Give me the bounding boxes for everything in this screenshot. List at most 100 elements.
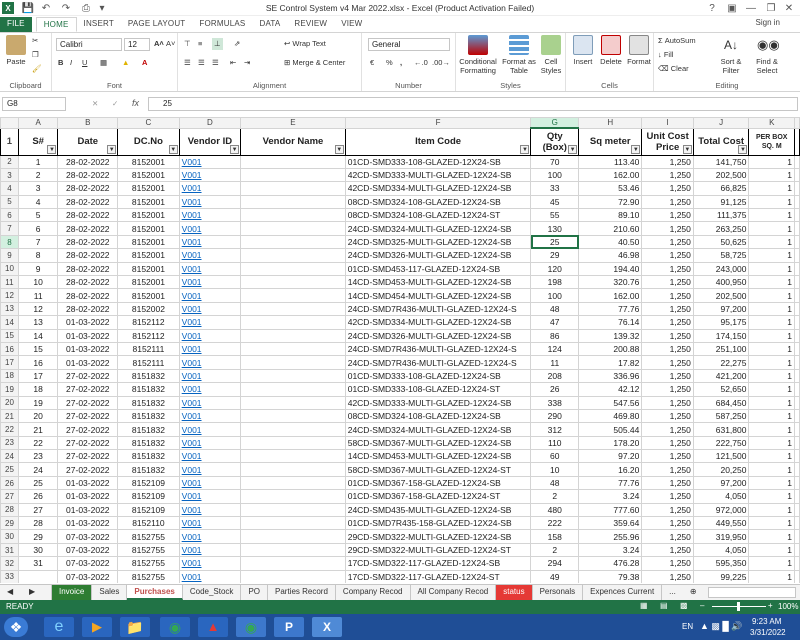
row-header[interactable]: 4	[0, 181, 19, 196]
table-cell[interactable]: 505.44	[578, 422, 643, 437]
table-cell[interactable]: 27-02-2022	[57, 408, 119, 424]
vendor-id-link[interactable]: V001	[182, 384, 202, 394]
empty-cell[interactable]	[794, 301, 800, 317]
row-header[interactable]: 32	[0, 556, 19, 571]
table-cell[interactable]: 29CD-SMD322-MULTI-GLAZED-12X24-SB	[344, 529, 532, 544]
table-cell[interactable]: 16.20	[578, 462, 643, 477]
table-cell[interactable]: 01-03-2022	[57, 355, 119, 370]
table-cell[interactable]: 222,750	[692, 435, 750, 451]
vendor-id-link[interactable]: V001	[182, 291, 202, 301]
table-cell[interactable]: 28-02-2022	[57, 154, 119, 169]
sheet-tab-po[interactable]: PO	[241, 585, 268, 600]
close-icon[interactable]: ✕	[782, 2, 796, 14]
table-cell[interactable]: 08CD-SMD324-108-GLAZED-12X24-SB	[344, 408, 532, 424]
table-cell[interactable]: 8152002	[117, 301, 180, 317]
table-cell[interactable]: 97.20	[578, 449, 643, 464]
row-header[interactable]: 26	[0, 475, 19, 491]
table-cell[interactable]: 28-02-2022	[57, 275, 119, 290]
windows-start-icon[interactable]: ❖	[4, 617, 28, 637]
table-cell[interactable]: 55	[530, 208, 580, 223]
table-cell[interactable]: 15	[17, 341, 59, 357]
table-cell[interactable]	[17, 569, 59, 583]
sign-in-link[interactable]: Sign in	[756, 18, 780, 27]
table-cell[interactable]: 12	[17, 301, 59, 317]
table-cell[interactable]: 2	[17, 167, 59, 183]
file-explorer-icon[interactable]: 📁	[120, 617, 150, 637]
table-cell[interactable]: 28-02-2022	[57, 301, 119, 317]
vendor-id-cell[interactable]: V001	[178, 569, 242, 583]
vendor-id-link[interactable]: V001	[182, 304, 202, 314]
comma-style-button[interactable]: ,	[400, 57, 402, 69]
table-cell[interactable]: 1,250	[641, 328, 694, 343]
table-cell[interactable]: 1,250	[641, 194, 694, 210]
table-cell[interactable]: 27	[17, 502, 59, 518]
wrap-text-button[interactable]: ↩ Wrap Text	[284, 38, 326, 50]
table-cell[interactable]: 1,250	[641, 154, 694, 169]
vendor-id-cell[interactable]: V001	[178, 221, 242, 236]
table-cell[interactable]: 8152001	[117, 154, 180, 169]
filter-dropdown-icon[interactable]: ▼	[107, 144, 117, 154]
table-cell[interactable]: 1	[748, 462, 795, 477]
table-cell[interactable]	[240, 449, 346, 464]
table-cell[interactable]: 1	[748, 449, 795, 464]
table-cell[interactable]: 8152112	[117, 328, 180, 343]
table-cell[interactable]: 42CD-SMD333-MULTI-GLAZED-12X24-SB	[344, 167, 532, 183]
table-cell[interactable]: 8152109	[117, 475, 180, 491]
zoom-level[interactable]: 100%	[778, 602, 798, 611]
table-cell[interactable]: 24CD-SMD324-MULTI-GLAZED-12X24-SB	[344, 221, 532, 236]
table-cell[interactable]: 1	[748, 368, 795, 384]
table-cell[interactable]: 1,250	[641, 489, 694, 504]
table-cell[interactable]	[240, 341, 346, 357]
table-cell[interactable]: 27-02-2022	[57, 422, 119, 437]
row-header[interactable]: 24	[0, 449, 19, 464]
table-cell[interactable]: 158	[530, 529, 580, 544]
header-cell[interactable]: Qty (Box) ▼	[530, 127, 580, 156]
table-cell[interactable]: 28-02-2022	[57, 234, 119, 250]
table-cell[interactable]: 100	[530, 288, 580, 303]
format-as-table-button[interactable]: Format as Table	[502, 35, 536, 75]
table-cell[interactable]: 1	[748, 355, 795, 370]
sheet-tab-company-recod[interactable]: Company Recod	[336, 585, 411, 600]
table-cell[interactable]: 42CD-SMD333-MULTI-GLAZED-12X24-SB	[344, 395, 532, 410]
table-cell[interactable]: 13	[17, 315, 59, 330]
vendor-id-link[interactable]: V001	[182, 344, 202, 354]
table-cell[interactable]	[240, 462, 346, 477]
font-color-icon[interactable]: A	[142, 57, 147, 69]
table-cell[interactable]: 1	[748, 516, 795, 531]
table-cell[interactable]: 10	[17, 275, 59, 290]
table-cell[interactable]: 1	[748, 181, 795, 196]
table-cell[interactable]: 1,250	[641, 382, 694, 397]
table-cell[interactable]: 01-03-2022	[57, 315, 119, 330]
tray-icons[interactable]: ▲ ▩ █ 🔊	[700, 621, 743, 632]
table-cell[interactable]: 198	[530, 275, 580, 290]
table-cell[interactable]: 24CD-SMD7R436-MULTI-GLAZED-12X24-S	[344, 341, 532, 357]
table-cell[interactable]: 1	[748, 502, 795, 518]
table-cell[interactable]: 14CD-SMD453-MULTI-GLAZED-12X24-SB	[344, 449, 532, 464]
vendor-id-link[interactable]: V001	[182, 331, 202, 341]
sort-filter-button[interactable]: A↓ Sort & Filter	[714, 35, 748, 75]
table-cell[interactable]	[240, 475, 346, 491]
table-cell[interactable]	[240, 248, 346, 263]
table-cell[interactable]: 66,825	[692, 181, 750, 196]
table-cell[interactable]: 294	[530, 556, 580, 571]
table-cell[interactable]	[240, 208, 346, 223]
vendor-id-cell[interactable]: V001	[178, 462, 242, 477]
table-cell[interactable]: 70	[530, 154, 580, 169]
table-cell[interactable]: 1,250	[641, 569, 694, 583]
table-cell[interactable]: 1	[748, 382, 795, 397]
vendor-id-cell[interactable]: V001	[178, 154, 242, 169]
table-cell[interactable]	[240, 556, 346, 571]
table-cell[interactable]: 336.96	[578, 368, 643, 384]
table-cell[interactable]: 25	[530, 234, 580, 250]
tab-view[interactable]: VIEW	[334, 17, 369, 32]
find-select-button[interactable]: ◉◉ Find & Select	[750, 35, 784, 75]
table-cell[interactable]: 28-02-2022	[57, 208, 119, 223]
table-cell[interactable]: 200.88	[578, 341, 643, 357]
vendor-id-link[interactable]: V001	[182, 358, 202, 368]
table-cell[interactable]: 20	[17, 408, 59, 424]
table-cell[interactable]: 8151832	[117, 408, 180, 424]
row-header[interactable]: 5	[0, 194, 19, 210]
table-cell[interactable]: 30	[17, 542, 59, 558]
orientation-icon[interactable]: ⇗	[234, 38, 240, 50]
vendor-id-cell[interactable]: V001	[178, 475, 242, 491]
